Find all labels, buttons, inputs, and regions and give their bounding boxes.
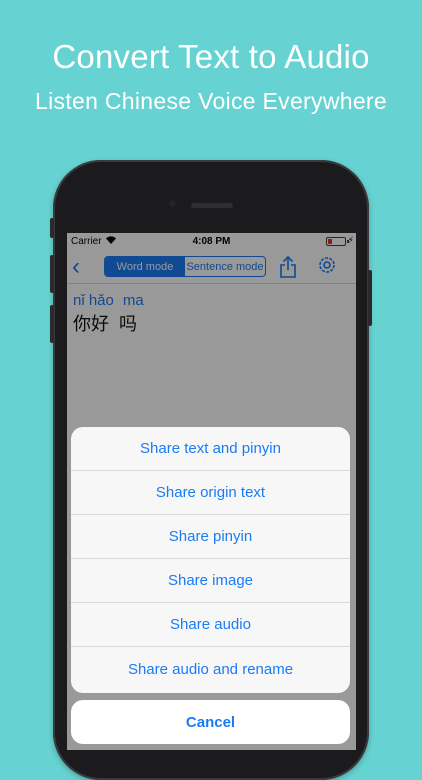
promo-headline: Convert Text to Audio [52,38,370,75]
mute-switch [50,218,54,238]
share-text-and-pinyin-button[interactable]: Share text and pinyin [71,427,350,471]
share-pinyin-button[interactable]: Share pinyin [71,515,350,559]
earpiece-speaker [191,203,233,208]
cancel-button[interactable]: Cancel [71,700,350,744]
power-button [368,270,372,326]
front-camera [169,200,176,207]
share-action-sheet: Share text and pinyin Share origin text … [71,427,350,693]
share-audio-button[interactable]: Share audio [71,603,350,647]
volume-up-button [50,255,54,293]
share-origin-text-button[interactable]: Share origin text [71,471,350,515]
volume-down-button [50,305,54,343]
share-image-button[interactable]: Share image [71,559,350,603]
promo-subheadline: Listen Chinese Voice Everywhere [35,88,387,114]
share-audio-and-rename-button[interactable]: Share audio and rename [71,647,350,691]
